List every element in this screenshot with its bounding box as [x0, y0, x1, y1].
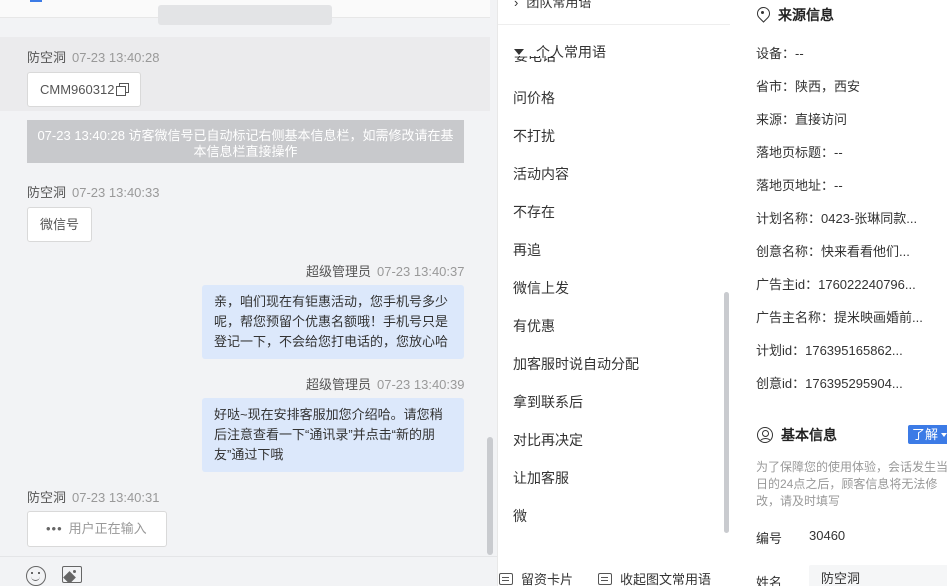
location-pin-icon — [757, 7, 770, 23]
message-bubble-agent[interactable]: 好哒~现在安排客服加您介绍哈。请您稍后注意查看一下“通讯录”并点击“新的朋友”通… — [202, 398, 464, 472]
section-title-text: 来源信息 — [778, 7, 834, 23]
chat-scrollbar[interactable] — [487, 437, 493, 555]
learn-more-button[interactable]: 了解 — [908, 425, 947, 444]
phrase-item[interactable]: 再追 — [513, 240, 541, 260]
image-icon[interactable] — [62, 566, 82, 583]
phrase-item[interactable]: 活动内容 — [513, 164, 569, 184]
name-field[interactable]: 防空洞 — [809, 565, 947, 586]
sender-name: 防空洞 — [27, 185, 67, 200]
system-notice: 07-23 13:40:28 访客微信号已自动标记右侧基本信息栏，如需修改请在基… — [27, 120, 464, 163]
message-meta: 防空洞 07-23 13:40:31 — [27, 487, 159, 506]
message-text: CMM960312 — [40, 82, 115, 97]
message-meta: 防空洞 07-23 13:40:28 — [27, 47, 159, 66]
chat-top-strip — [0, 0, 490, 25]
source-row-plan-id: 计划id：176395165862... — [756, 343, 903, 358]
phrase-item[interactable]: 对比再决定 — [513, 430, 583, 450]
chat-messages: 防空洞 07-23 13:40:28 CMM960312 07-23 13:40:… — [0, 0, 490, 556]
message-bubble-agent[interactable]: 亲，咱们现在有钜惠活动，您手机号多少呢，帮您预留个优惠名额哦！手机号只是登记一下… — [202, 285, 464, 359]
sender-name: 防空洞 — [27, 50, 67, 65]
phrase-group-label: 团队常用语 — [526, 0, 592, 10]
sender-name: 超级管理员 — [306, 377, 372, 392]
edit-deadline-note: 为了保障您的使用体验，会话发生当日的24点之后，顾客信息将无法修改，请及时填写 — [756, 460, 947, 508]
source-row-advertiser-id: 广告主id：176022240796... — [756, 277, 916, 292]
source-row-plan-name: 计划名称：0423-张琳同款... — [756, 211, 918, 226]
typing-indicator: ••• 用户正在输入 — [27, 511, 167, 547]
source-row-device: 设备：-- — [756, 46, 804, 61]
divider — [498, 24, 730, 25]
chevron-right-icon: › — [514, 0, 519, 10]
phrase-item[interactable]: 让加客服 — [513, 468, 569, 488]
phrase-item[interactable]: 不打扰 — [513, 126, 555, 146]
phrase-item[interactable]: 有优惠 — [513, 316, 555, 336]
chat-top-icon — [30, 0, 42, 2]
typing-text: 用户正在输入 — [68, 521, 147, 536]
message-time: 07-23 13:40:28 — [72, 50, 160, 65]
collapse-phrases-label: 收起图文常用语 — [620, 572, 712, 586]
learn-more-label: 了解 — [912, 427, 939, 442]
message-bubble-visitor[interactable]: 微信号 — [27, 207, 93, 242]
source-row-creative-name: 创意名称：快来看看他们... — [756, 244, 910, 259]
card-icon — [499, 573, 513, 585]
source-info-title: 来源信息 — [757, 5, 834, 25]
message-meta: 防空洞 07-23 13:40:33 — [27, 182, 159, 201]
phrases-panel: › 团队常用语 个人常用语 要电话 问价格 不打扰 活动内容 不存在 再追 微信上… — [497, 0, 735, 586]
section-title-text: 基本信息 — [781, 427, 837, 443]
source-row-landing-url: 落地页地址：-- — [756, 178, 843, 193]
typing-dots-icon: ••• — [46, 521, 63, 536]
card-icon — [598, 573, 612, 585]
source-row-creative-id: 创意id：176395295904... — [756, 376, 903, 391]
name-label: 姓名 — [756, 575, 783, 586]
phrase-item[interactable]: 微信上发 — [513, 278, 569, 298]
source-row-landing-title: 落地页标题：-- — [756, 145, 843, 160]
copy-icon[interactable] — [116, 83, 130, 96]
lead-card-label: 留资卡片 — [521, 572, 574, 586]
visitor-info-panel: 来源信息 设备：-- 省市：陕西，西安 来源：直接访问 落地页标题：-- 落地页… — [735, 0, 947, 586]
source-row-region: 省市：陕西，西安 — [756, 79, 861, 94]
message-text: 微信号 — [40, 217, 80, 232]
message-meta: 超级管理员 07-23 13:40:37 — [306, 261, 464, 280]
source-row-advertiser-name: 广告主名称：提米映画婚前... — [756, 310, 923, 325]
message-meta: 超级管理员 07-23 13:40:39 — [306, 374, 464, 393]
leave-notice-pill — [158, 5, 332, 25]
message-time: 07-23 13:40:33 — [72, 185, 160, 200]
phrases-scrollbar[interactable] — [724, 292, 729, 533]
phrases-footer: 留资卡片 收起图文常用语 — [498, 562, 735, 586]
chat-toolbar — [0, 556, 497, 586]
phrase-group-team[interactable]: › 团队常用语 — [514, 0, 591, 11]
chat-panel: 防空洞 07-23 13:40:28 CMM960312 07-23 13:40:… — [0, 0, 497, 586]
phrase-item-clipped[interactable]: 要电话 — [514, 56, 556, 66]
user-circle-icon — [757, 427, 773, 443]
basic-info-title: 基本信息 — [757, 425, 837, 445]
message-time: 07-23 13:40:37 — [377, 264, 465, 279]
phrase-item[interactable]: 不存在 — [513, 202, 555, 222]
sender-name: 超级管理员 — [306, 264, 372, 279]
phrase-item[interactable]: 微 — [513, 506, 527, 526]
message-time: 07-23 13:40:31 — [72, 490, 160, 505]
message-bubble-visitor[interactable]: CMM960312 — [27, 72, 142, 107]
id-label: 编号 — [756, 531, 783, 546]
phrase-item[interactable]: 加客服时说自动分配 — [513, 354, 639, 374]
id-value: 30460 — [809, 528, 846, 543]
source-row-source: 来源：直接访问 — [756, 112, 848, 127]
message-time: 07-23 13:40:39 — [377, 377, 465, 392]
caret-down-icon — [514, 49, 524, 55]
app-root: 防空洞 07-23 13:40:28 CMM960312 07-23 13:40:… — [0, 0, 947, 586]
phrase-item[interactable]: 问价格 — [513, 88, 555, 108]
emoji-icon[interactable] — [26, 566, 46, 586]
phrase-item[interactable]: 拿到联系后 — [513, 392, 583, 412]
caret-down-icon — [941, 433, 947, 437]
sender-name: 防空洞 — [27, 490, 67, 505]
lead-card-button[interactable]: 留资卡片 — [499, 569, 573, 586]
collapse-phrases-button[interactable]: 收起图文常用语 — [598, 569, 711, 586]
